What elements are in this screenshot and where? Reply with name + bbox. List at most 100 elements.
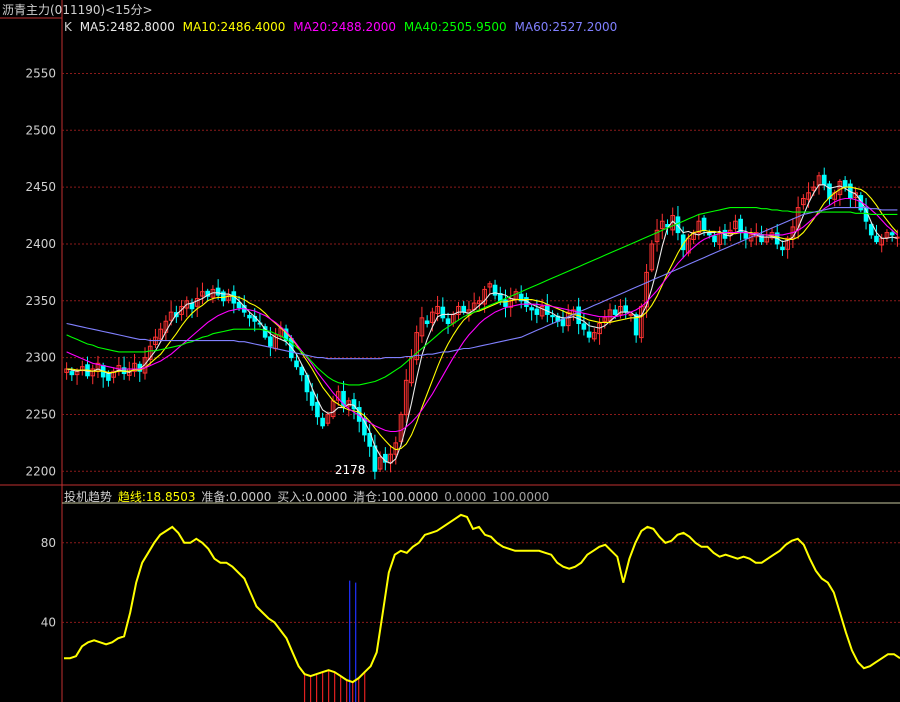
- candle: [884, 229, 890, 243]
- candle-body: [842, 180, 848, 188]
- candle: [738, 214, 743, 241]
- candle-body: [299, 366, 305, 376]
- candle-body: [581, 323, 587, 330]
- candle: [315, 393, 320, 425]
- indicator-tick-label: 80: [41, 536, 56, 550]
- candle-body: [445, 318, 451, 325]
- candle-body: [550, 315, 555, 318]
- candle: [639, 303, 644, 343]
- trend-line: [64, 513, 900, 684]
- y-tick-label: 2250: [25, 407, 56, 421]
- candle-body: [759, 234, 764, 243]
- candle: [137, 361, 143, 382]
- candle: [696, 214, 702, 240]
- candle: [560, 309, 566, 333]
- candle-body: [461, 305, 467, 313]
- candle-body: [424, 320, 430, 325]
- candle: [320, 412, 325, 429]
- y-tick-label: 2400: [25, 237, 56, 251]
- candle: [111, 367, 116, 384]
- candle: [440, 297, 446, 322]
- candle-body: [440, 306, 446, 319]
- candle-body: [628, 313, 634, 316]
- candle-body: [874, 235, 879, 243]
- candle: [659, 213, 665, 240]
- candles[interactable]: [64, 167, 900, 480]
- candle: [147, 338, 153, 366]
- ma-line-ma5: [66, 184, 898, 464]
- candle: [419, 306, 425, 343]
- candle-body: [106, 373, 111, 381]
- candle-body: [623, 305, 628, 313]
- candle: [79, 360, 85, 376]
- candle: [487, 281, 493, 295]
- candle-body: [309, 391, 315, 406]
- candle: [383, 447, 388, 471]
- candle-body: [236, 301, 242, 309]
- candle: [403, 369, 409, 423]
- candle: [153, 328, 158, 348]
- candle: [346, 397, 352, 417]
- candle: [409, 349, 414, 387]
- indicator-bars: [303, 580, 366, 702]
- candle: [534, 299, 540, 324]
- y-tick-label: 2200: [25, 464, 56, 478]
- ma-line-ma10: [66, 186, 898, 451]
- candle: [221, 289, 226, 307]
- candle-body: [529, 307, 534, 311]
- candle: [116, 357, 122, 376]
- candle: [466, 300, 472, 322]
- candle-body: [889, 232, 895, 236]
- candle-body: [189, 302, 195, 310]
- candle: [477, 296, 482, 310]
- candle-body: [586, 331, 592, 338]
- candle: [503, 289, 508, 318]
- candle-body: [315, 401, 320, 418]
- candle: [90, 364, 96, 385]
- candle: [529, 303, 534, 321]
- candle: [848, 179, 853, 208]
- y-tick-label: 2550: [25, 66, 56, 80]
- ma-line-ma20: [66, 197, 898, 433]
- candle-body: [743, 232, 749, 239]
- candle: [388, 445, 393, 473]
- candle-body: [712, 235, 717, 243]
- low-price-label: 2178: [335, 463, 366, 477]
- ma-line-ma40: [66, 207, 898, 386]
- candle: [414, 325, 419, 365]
- candle: [649, 240, 655, 273]
- candle: [769, 227, 775, 241]
- candle: [592, 328, 597, 342]
- candle: [827, 180, 832, 205]
- indicator-line: [64, 513, 900, 684]
- y-tick-label: 2500: [25, 123, 56, 137]
- candle: [456, 301, 461, 321]
- candle-body: [503, 299, 508, 307]
- candle: [853, 186, 858, 208]
- candle: [780, 240, 785, 256]
- candle: [163, 315, 169, 341]
- candle: [816, 171, 822, 195]
- candle-body: [294, 360, 299, 368]
- candle-body: [545, 304, 550, 315]
- candle: [64, 362, 69, 380]
- candle: [194, 287, 200, 317]
- ma-lines: [66, 184, 898, 464]
- candle: [524, 292, 529, 312]
- candle: [508, 287, 514, 317]
- low-marker: 2178: [335, 463, 366, 477]
- candle: [727, 221, 733, 242]
- kline-chart[interactable]: 2550 2500 2450 2400 2350 2300 2250 2200 2178 80…: [0, 0, 900, 702]
- candle-body: [320, 417, 325, 427]
- price-grid: [62, 72, 900, 472]
- y-tick-label: 2350: [25, 294, 56, 308]
- candle-body: [534, 308, 540, 315]
- candle-body: [268, 336, 273, 347]
- candle: [424, 315, 430, 328]
- candle-body: [69, 371, 75, 376]
- candle: [492, 279, 498, 300]
- candle: [801, 194, 806, 210]
- candle: [545, 294, 550, 323]
- y-tick-label: 2450: [25, 180, 56, 194]
- price-axis: 2550 2500 2450 2400 2350 2300 2250 2200: [25, 66, 56, 478]
